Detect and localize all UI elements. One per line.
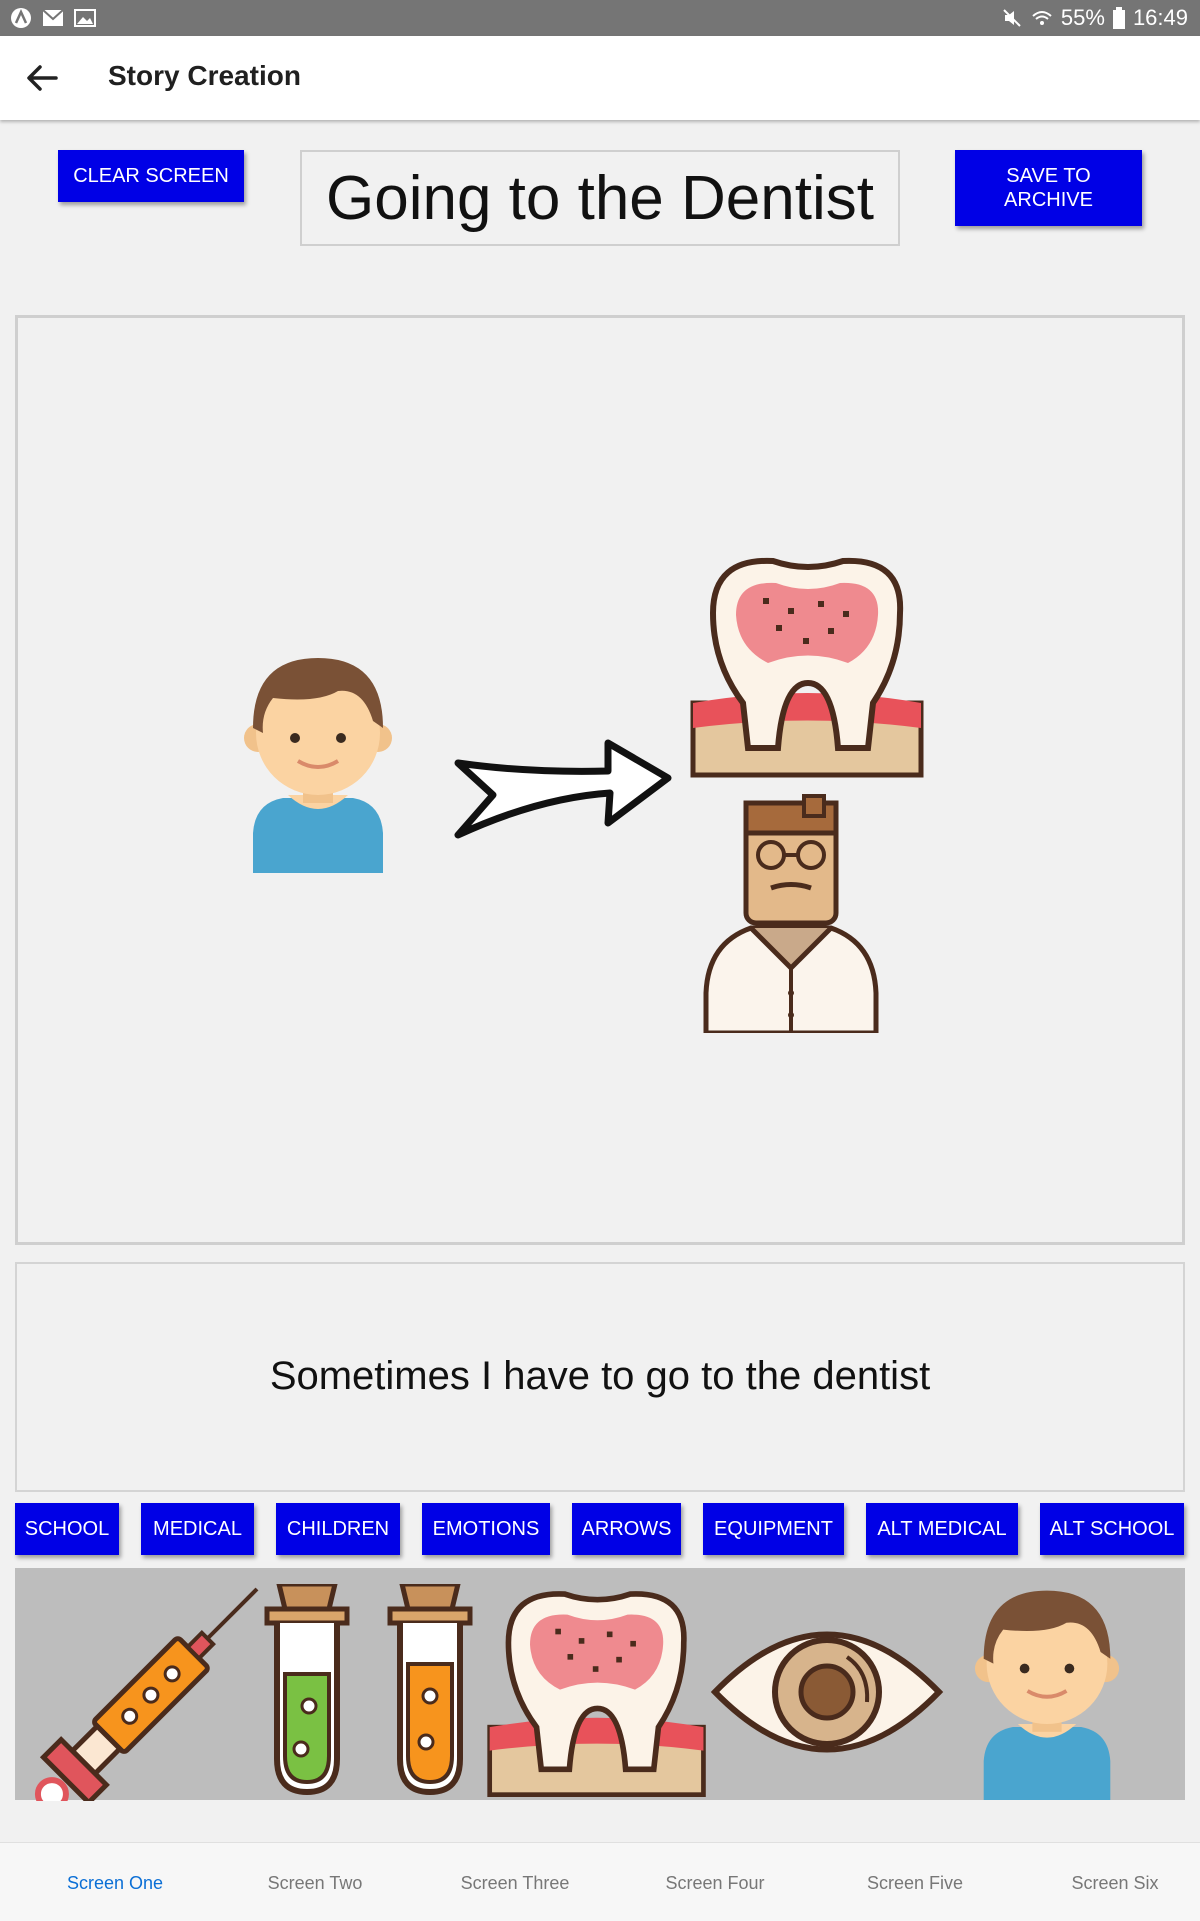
app-icon	[11, 8, 31, 28]
tooth-icon[interactable]	[688, 553, 928, 778]
clear-screen-button[interactable]: CLEAR SCREEN	[58, 150, 244, 202]
category-emotions-button[interactable]: EMOTIONS	[422, 1503, 550, 1555]
story-caption[interactable]: Sometimes I have to go to the dentist	[17, 1354, 1183, 1399]
arrow-icon[interactable]	[448, 733, 678, 843]
mail-icon	[42, 9, 64, 26]
dentist-icon[interactable]	[696, 793, 886, 1033]
tab-screen-five[interactable]: Screen Five	[815, 1873, 1015, 1894]
tab-screen-six[interactable]: Screen Six	[1015, 1873, 1200, 1894]
app-bar: Story Creation	[0, 36, 1200, 120]
battery-percent: 55%	[1060, 5, 1105, 30]
category-alt-school-button[interactable]: ALT SCHOOL	[1040, 1503, 1184, 1555]
caption-box[interactable]: Sometimes I have to go to the dentist	[15, 1262, 1185, 1492]
syringe-icon[interactable]	[33, 1576, 283, 1801]
tab-screen-three[interactable]: Screen Three	[415, 1873, 615, 1894]
image-palette	[15, 1568, 1185, 1801]
clock: 16:49	[1132, 5, 1188, 30]
page-title: Story Creation	[108, 60, 301, 91]
category-children-button[interactable]: CHILDREN	[276, 1503, 400, 1555]
status-bar: 55% 16:49	[0, 0, 1200, 36]
category-medical-button[interactable]: MEDICAL	[141, 1503, 254, 1555]
boy-icon[interactable]	[233, 643, 403, 873]
tab-screen-one[interactable]: Screen One	[15, 1873, 215, 1894]
category-school-button[interactable]: SCHOOL	[15, 1503, 119, 1555]
boy-icon[interactable]	[962, 1576, 1132, 1800]
tab-screen-two[interactable]: Screen Two	[215, 1873, 415, 1894]
wifi-icon	[1032, 11, 1052, 25]
eye-icon[interactable]	[707, 1612, 947, 1772]
tab-screen-four[interactable]: Screen Four	[615, 1873, 815, 1894]
category-arrows-button[interactable]: ARROWS	[572, 1503, 681, 1555]
battery-icon	[1112, 7, 1125, 29]
screen-tabs: Screen One Screen Two Screen Three Scree…	[0, 1842, 1200, 1921]
category-alt-medical-button[interactable]: ALT MEDICAL	[866, 1503, 1018, 1555]
tooth-icon[interactable]	[485, 1586, 710, 1798]
category-bar: SCHOOL MEDICAL CHILDREN EMOTIONS ARROWS …	[0, 1500, 1200, 1556]
image-icon	[74, 9, 96, 27]
mute-icon	[1003, 9, 1021, 27]
story-title-input[interactable]: Going to the Dentist	[300, 150, 900, 246]
test-tube-orange-icon[interactable]	[380, 1584, 480, 1799]
back-arrow-icon[interactable]	[22, 58, 62, 98]
category-equipment-button[interactable]: EQUIPMENT	[703, 1503, 844, 1555]
story-canvas[interactable]	[15, 315, 1185, 1245]
test-tube-green-icon[interactable]	[257, 1584, 357, 1799]
save-to-archive-button[interactable]: SAVE TO ARCHIVE	[955, 150, 1142, 226]
